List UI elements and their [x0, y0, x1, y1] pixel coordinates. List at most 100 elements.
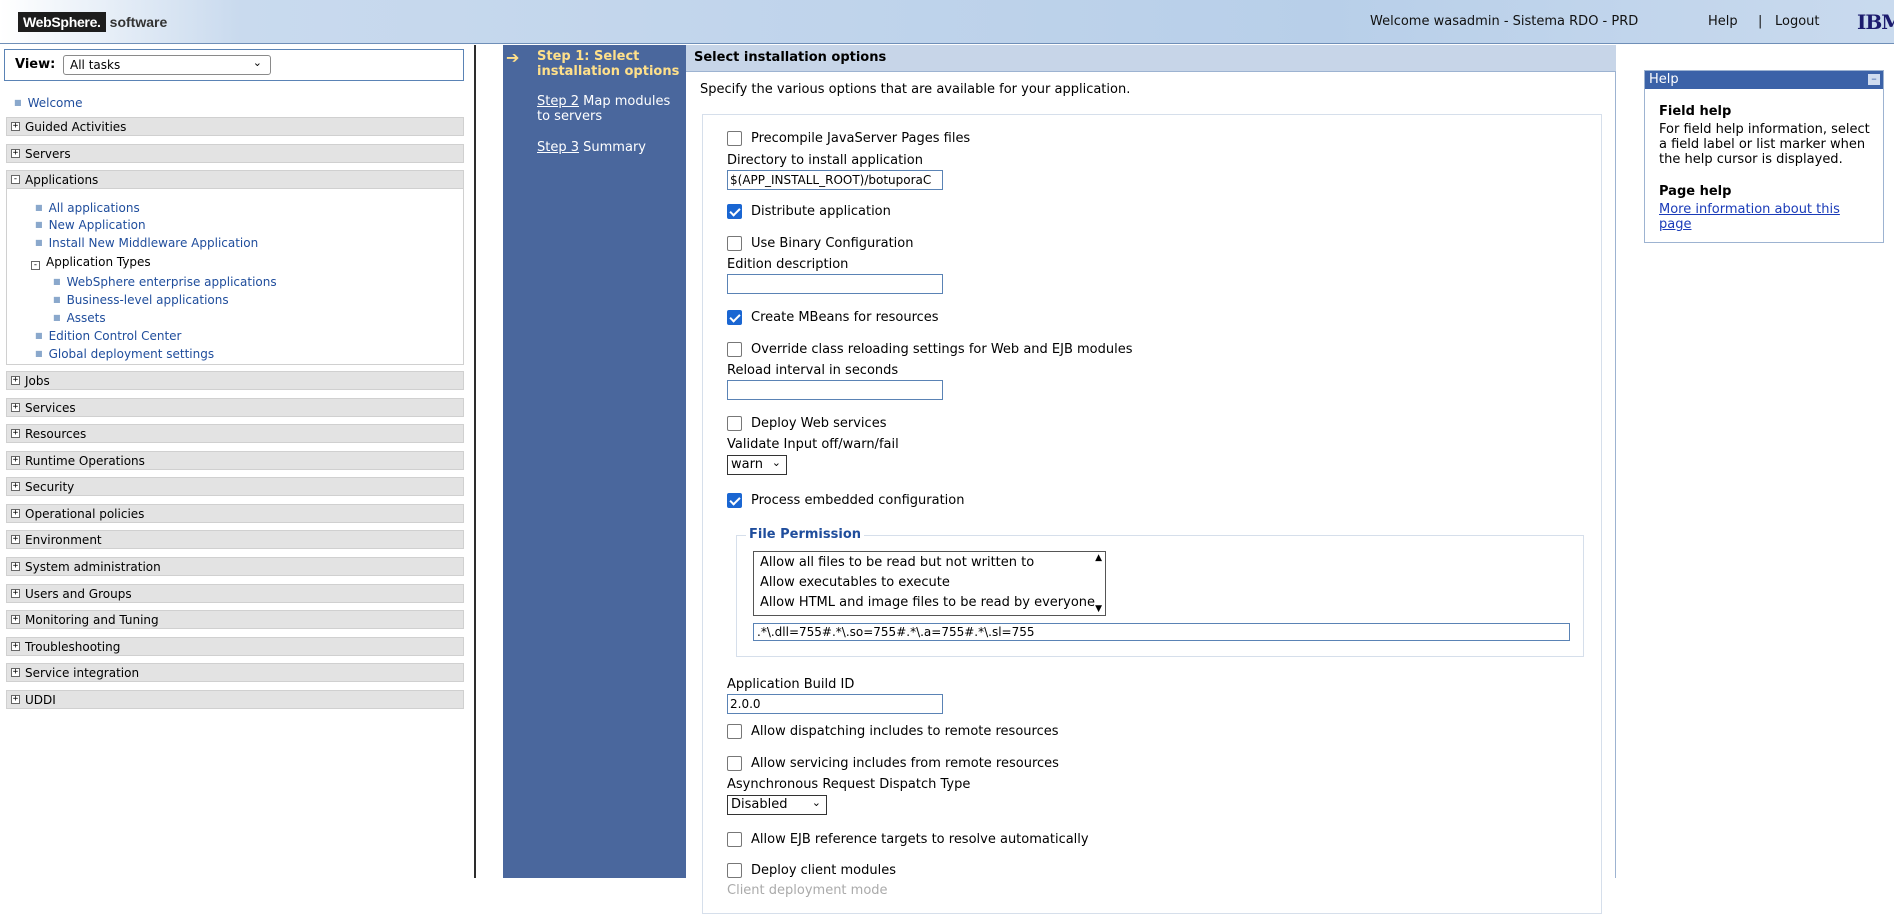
file-permission-list[interactable]: Allow all files to be read but not writt… — [753, 551, 1106, 616]
nav-link-label: Assets — [66, 311, 106, 325]
welcome-text: Welcome wasadmin - Sistema RDO - PRD — [1370, 14, 1639, 29]
nav-category-label: Troubleshooting — [25, 640, 121, 654]
nav-link-label: WebSphere enterprise applications — [66, 275, 277, 289]
nav-install-middleware-app[interactable]: ■ Install New Middleware Application — [35, 236, 258, 250]
async-dispatch-select[interactable]: Disabled ⌄ — [727, 795, 827, 815]
deploy-client-checkbox[interactable] — [727, 863, 742, 878]
arrow-right-icon: ➔ — [506, 48, 520, 67]
wizard-step-2[interactable]: Step 2 Map modules to servers — [537, 94, 682, 124]
nav-category-uddi[interactable]: + UDDI — [6, 690, 464, 709]
nav-category-environment[interactable]: + Environment — [6, 530, 464, 549]
nav-category-operational-policies[interactable]: + Operational policies — [6, 504, 464, 523]
nav-category-security[interactable]: + Security — [6, 477, 464, 496]
expand-icon[interactable]: + — [11, 642, 20, 651]
page-help-link[interactable]: More information about this page — [1659, 202, 1873, 232]
nav-welcome-label: Welcome — [27, 96, 83, 110]
nav-assets[interactable]: ■ Assets — [53, 311, 106, 325]
nav-category-monitoring-and-tuning[interactable]: + Monitoring and Tuning — [6, 610, 464, 629]
ejb-targets-label: Allow EJB reference targets to resolve a… — [751, 832, 1089, 847]
nav-new-application[interactable]: ■ New Application — [35, 218, 146, 232]
nav-link-label: All applications — [48, 201, 140, 215]
expand-icon[interactable]: + — [11, 589, 20, 598]
nav-category-troubleshooting[interactable]: + Troubleshooting — [6, 637, 464, 656]
step-number-link[interactable]: Step 3 — [537, 140, 579, 155]
wizard-step-1: Step 1: Select installation options — [537, 49, 682, 79]
nav-category-resources[interactable]: + Resources — [6, 424, 464, 443]
file-permission-input[interactable]: .*\.dll=755#.*\.so=755#.*\.a=755#.*\.sl=… — [753, 623, 1570, 641]
validate-input-select[interactable]: warn ⌄ — [727, 455, 787, 475]
expand-icon[interactable]: + — [11, 429, 20, 438]
dispatch-remote-label: Allow dispatching includes to remote res… — [751, 724, 1059, 739]
nav-category-label: Servers — [25, 147, 71, 161]
override-reload-checkbox[interactable] — [727, 342, 742, 357]
help-link[interactable]: Help — [1708, 14, 1738, 29]
build-id-input[interactable]: 2.0.0 — [727, 694, 943, 714]
file-permission-option[interactable]: Allow executables to execute — [760, 575, 950, 590]
nav-category-guided-activities[interactable]: + Guided Activities — [6, 117, 464, 136]
deploy-ws-checkbox[interactable] — [727, 416, 742, 431]
expand-icon[interactable]: + — [11, 149, 20, 158]
banner-separator: | — [1758, 14, 1763, 29]
create-mbeans-checkbox[interactable] — [727, 310, 742, 325]
distribute-app-checkbox[interactable] — [727, 204, 742, 219]
nav-application-types[interactable]: - Application Types — [31, 255, 151, 270]
view-select[interactable]: All tasks ⌄ — [63, 55, 271, 75]
bullet-icon: ■ — [35, 203, 43, 212]
reload-interval-input[interactable] — [727, 380, 943, 400]
expand-icon[interactable]: + — [11, 122, 20, 131]
nav-category-jobs[interactable]: + Jobs — [6, 371, 464, 390]
minimize-icon[interactable]: – — [1868, 73, 1880, 85]
step-number-link[interactable]: Step 2 — [537, 94, 579, 109]
chevron-down-icon: ⌄ — [771, 456, 781, 469]
file-permission-option[interactable]: Allow HTML and image files to be read by… — [760, 595, 1095, 610]
collapse-icon[interactable]: - — [31, 261, 40, 270]
nav-business-level-apps[interactable]: ■ Business-level applications — [53, 293, 229, 307]
expand-icon[interactable]: + — [11, 562, 20, 571]
expand-icon[interactable]: + — [11, 668, 20, 677]
logo-suffix: software — [109, 13, 168, 30]
scroll-down-icon[interactable]: ▼ — [1095, 604, 1102, 614]
nav-category-label: System administration — [25, 560, 161, 574]
nav-category-applications[interactable]: - Applications — [6, 170, 464, 189]
nav-category-servers[interactable]: + Servers — [6, 144, 464, 163]
nav-category-system-administration[interactable]: + System administration — [6, 557, 464, 576]
async-dispatch-value: Disabled — [731, 797, 788, 812]
nav-websphere-enterprise-apps[interactable]: ■ WebSphere enterprise applications — [53, 275, 277, 289]
expand-icon[interactable]: + — [11, 695, 20, 704]
nav-category-service-integration[interactable]: + Service integration — [6, 663, 464, 682]
service-remote-checkbox[interactable] — [727, 756, 742, 771]
expand-icon[interactable]: + — [11, 535, 20, 544]
nav-global-deployment-settings[interactable]: ■ Global deployment settings — [35, 347, 214, 361]
binary-config-checkbox[interactable] — [727, 236, 742, 251]
logout-link[interactable]: Logout — [1775, 14, 1820, 29]
process-embedded-checkbox[interactable] — [727, 493, 742, 508]
nav-edition-control-center[interactable]: ■ Edition Control Center — [35, 329, 181, 343]
expand-icon[interactable]: + — [11, 376, 20, 385]
help-header: Help – — [1645, 71, 1883, 89]
ejb-targets-checkbox[interactable] — [727, 832, 742, 847]
expand-icon[interactable]: + — [11, 456, 20, 465]
expand-icon[interactable]: + — [11, 615, 20, 624]
nav-category-services[interactable]: + Services — [6, 398, 464, 417]
scroll-up-icon[interactable]: ▲ — [1095, 553, 1102, 563]
file-permission-option[interactable]: Allow all files to be read but not writt… — [760, 555, 1034, 570]
help-portlet: Help – Field help For field help informa… — [1644, 70, 1884, 243]
nav-category-users-and-groups[interactable]: + Users and Groups — [6, 584, 464, 603]
expand-icon[interactable]: + — [11, 482, 20, 491]
expand-icon[interactable]: + — [11, 509, 20, 518]
nav-category-label: Operational policies — [25, 507, 145, 521]
override-reload-label: Override class reloading settings for We… — [751, 342, 1133, 357]
nav-welcome-link[interactable]: ■ Welcome — [14, 96, 82, 110]
wizard-step-3[interactable]: Step 3 Summary — [537, 140, 682, 155]
edition-desc-input[interactable] — [727, 274, 943, 294]
nav-all-applications[interactable]: ■ All applications — [35, 201, 140, 215]
nav-category-label: Runtime Operations — [25, 454, 145, 468]
dispatch-remote-checkbox[interactable] — [727, 724, 742, 739]
collapse-icon[interactable]: - — [11, 175, 20, 184]
expand-icon[interactable]: + — [11, 403, 20, 412]
install-dir-input[interactable]: $(APP_INSTALL_ROOT)/botuporaC — [727, 170, 943, 190]
precompile-jsp-checkbox[interactable] — [727, 131, 742, 146]
bullet-icon: ■ — [53, 295, 61, 304]
nav-category-runtime-operations[interactable]: + Runtime Operations — [6, 451, 464, 470]
build-id-label: Application Build ID — [727, 677, 855, 692]
